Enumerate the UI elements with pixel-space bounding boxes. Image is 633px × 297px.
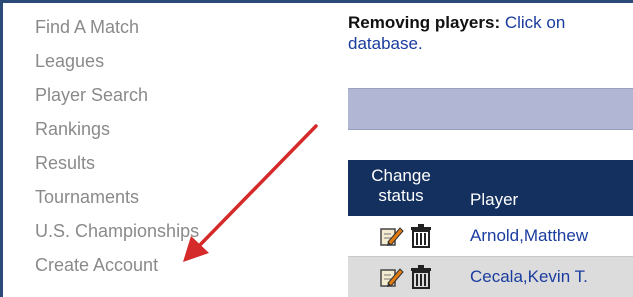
nav-item-us-championships[interactable]: U.S. Championships: [35, 214, 315, 248]
nav-item-leagues[interactable]: Leagues: [35, 44, 315, 78]
table-row: Cecala,Kevin T.: [348, 256, 633, 297]
player-name-link[interactable]: Arnold,Matthew: [470, 226, 588, 246]
players-table: Change status Player Arnold,Matthew Ceca…: [348, 160, 633, 297]
column-header-change-line1: Change: [371, 166, 431, 185]
column-header-change-line2: status: [378, 186, 424, 205]
trash-icon[interactable]: [408, 223, 434, 249]
edit-icon[interactable]: [378, 223, 404, 249]
nav-item-results[interactable]: Results: [35, 146, 315, 180]
trash-icon[interactable]: [408, 264, 434, 290]
nav-item-player-search[interactable]: Player Search: [35, 78, 315, 112]
nav-item-find-a-match[interactable]: Find A Match: [35, 10, 315, 44]
nav-item-rankings[interactable]: Rankings: [35, 112, 315, 146]
row-actions: [378, 264, 442, 290]
main-content: Removing players: Click on database. Cha…: [348, 0, 633, 297]
row-actions: [378, 223, 442, 249]
edit-icon[interactable]: [378, 264, 404, 290]
nav-item-create-account[interactable]: Create Account: [35, 248, 315, 282]
column-header-player[interactable]: Player: [470, 190, 518, 210]
instructions-heading: Removing players:: [348, 13, 501, 32]
filter-bar: [348, 88, 633, 130]
left-border: [0, 0, 3, 297]
page-frame: Find A Match Leagues Player Search Ranki…: [0, 0, 633, 297]
table-row: Arnold,Matthew: [348, 216, 633, 256]
player-name-link[interactable]: Cecala,Kevin T.: [470, 267, 588, 287]
instructions-body: Click on: [500, 13, 566, 32]
nav-item-tournaments[interactable]: Tournaments: [35, 180, 315, 214]
sidebar-nav: Find A Match Leagues Player Search Ranki…: [35, 10, 315, 282]
instructions-line2: database.: [348, 34, 423, 53]
instructions-text: Removing players: Click on database.: [348, 12, 633, 54]
column-header-change-status: Change status: [356, 166, 446, 206]
table-header: Change status Player: [348, 160, 633, 216]
